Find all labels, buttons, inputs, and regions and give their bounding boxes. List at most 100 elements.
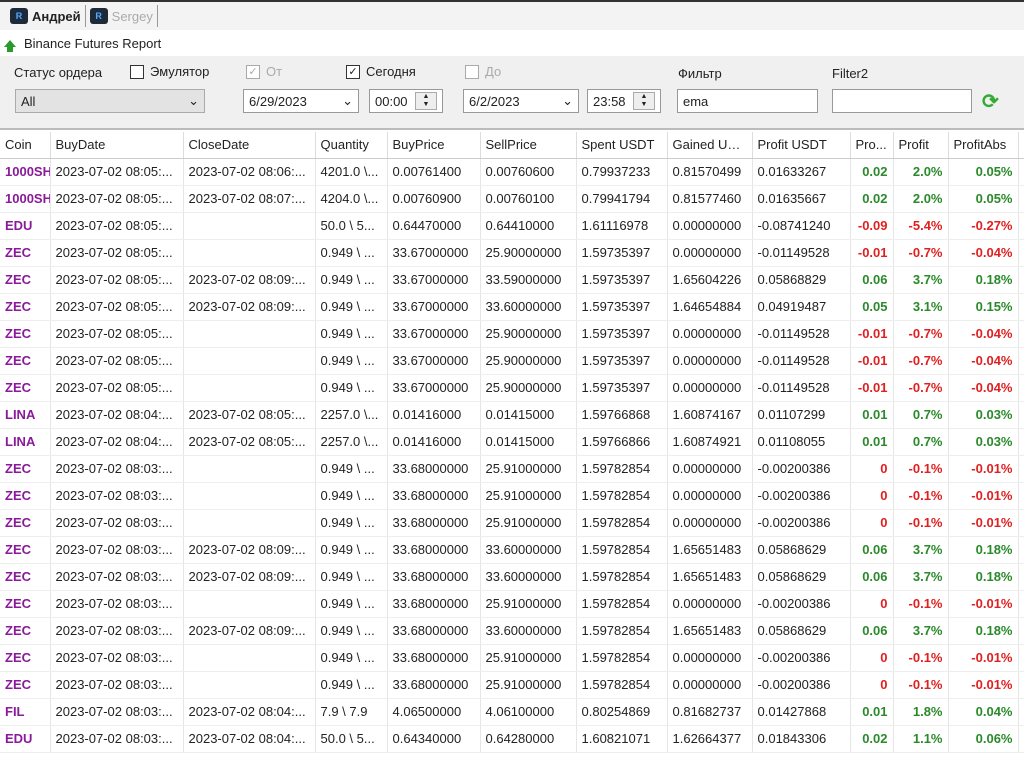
column-header[interactable]: Quantity [315, 132, 388, 159]
cell-profit-abs: -0.01% [948, 455, 1019, 483]
cell-profit-usdt: 0.01633267 [752, 158, 851, 186]
cell-coin: ZEC [0, 509, 51, 537]
cell-coin: ZEC [0, 482, 51, 510]
cell-pro: 0.05 [850, 293, 894, 321]
column-header[interactable]: Profit USDT [752, 132, 851, 159]
cell-spent-usdt: 1.59735397 [576, 374, 668, 402]
table-row[interactable]: ZEC 2023-07-02 08:05:... 0.949 \ ... 33.670… [0, 320, 1024, 348]
table-row[interactable]: EDU 2023-07-02 08:03:... 2023-07-02 08:04:… [0, 725, 1024, 753]
cell-profit-usdt: 0.05868829 [752, 266, 851, 294]
spinner-icon[interactable]: ▲ ▼ [415, 92, 437, 110]
cell-close-date: 2023-07-02 08:09:... [183, 266, 316, 294]
spinner-icon[interactable]: ▲ ▼ [633, 92, 655, 110]
tab-andrey[interactable]: R Андрей [6, 5, 86, 27]
table-row[interactable]: ZEC 2023-07-02 08:03:... 0.949 \ ... 33.680… [0, 590, 1024, 618]
table-row[interactable]: 1000SHIB2023-07-02 08:05:...2023-07-02 0… [0, 185, 1024, 213]
table-row[interactable]: ZEC 2023-07-02 08:03:... 0.949 \ ... 33.680… [0, 455, 1024, 483]
filter2-label: Filter2 [832, 66, 869, 81]
emulator-checkbox[interactable]: Эмулятор [130, 64, 209, 79]
cell-profit: -0.7% [893, 374, 949, 402]
table-row[interactable]: FIL 2023-07-02 08:03:... 2023-07-02 08:04:… [0, 698, 1024, 726]
cell-pro: 0 [850, 644, 894, 672]
cell-profit-abs: 0.15% [948, 293, 1019, 321]
cell-profit-usdt: 0.01108055 [752, 428, 851, 456]
cell-profit: -0.1% [893, 644, 949, 672]
column-header[interactable]: CloseDate [183, 132, 316, 159]
cell-gained-usdt: 0.00000000 [667, 239, 753, 267]
table-row[interactable]: EDU 2023-07-02 08:05:... 50.0 \ 5... 0.6447… [0, 212, 1024, 240]
cell-coin: ZEC [0, 671, 51, 699]
to-date-picker[interactable]: 6/2/2023 ⌄ [463, 89, 579, 113]
cell-gained-usdt: 1.64654884 [667, 293, 753, 321]
table-row[interactable]: ZEC 2023-07-02 08:05:... 2023-07-02 08:09:… [0, 266, 1024, 294]
table-row[interactable]: ZEC 2023-07-02 08:03:... 2023-07-02 08:09:… [0, 536, 1024, 564]
cell-sell-price: 25.91000000 [480, 455, 577, 483]
table-row[interactable]: 1000SHIB2023-07-02 08:05:...2023-07-02 0… [0, 158, 1024, 186]
from-time-input[interactable]: 00:00 ▲ ▼ [369, 89, 443, 113]
column-header[interactable]: BuyPrice [387, 132, 481, 159]
today-checkbox[interactable]: ✓ Сегодня [346, 64, 416, 79]
cell-gained-usdt: 1.60874921 [667, 428, 753, 456]
cell-coin: 1000SHIB [0, 185, 51, 213]
table-row[interactable]: ZEC 2023-07-02 08:05:... 0.949 \ ... 33.670… [0, 239, 1024, 267]
cell-profit: 3.7% [893, 617, 949, 645]
cell-spent-usdt: 1.59735397 [576, 239, 668, 267]
order-status-select[interactable]: All ⌄ [15, 89, 205, 113]
cell-buy-date: 2023-07-02 08:05:... [50, 374, 184, 402]
cell-gained-usdt: 0.00000000 [667, 671, 753, 699]
from-checkbox[interactable]: ✓ От [246, 64, 282, 79]
tab-sergey[interactable]: R Sergey [86, 5, 158, 27]
table-row[interactable]: ZEC 2023-07-02 08:03:... 0.949 \ ... 33.680… [0, 671, 1024, 699]
table-row[interactable]: ZEC 2023-07-02 08:05:... 2023-07-02 08:09:… [0, 293, 1024, 321]
filter2-input[interactable] [832, 89, 972, 113]
table-row[interactable]: ZEC 2023-07-02 08:03:... 2023-07-02 08:09:… [0, 563, 1024, 591]
cell-gained-usdt: 1.65651483 [667, 563, 753, 591]
column-header[interactable]: ProfitAbs [948, 132, 1019, 159]
cell-sell-price: 0.00760100 [480, 185, 577, 213]
cell-sell-price: 25.90000000 [480, 347, 577, 375]
cell-buy-date: 2023-07-02 08:05:... [50, 293, 184, 321]
refresh-icon[interactable]: ⟳ [982, 89, 999, 114]
cell-buy-price: 33.68000000 [387, 671, 481, 699]
cell-gained-usdt: 1.65651483 [667, 536, 753, 564]
cell-close-date [183, 671, 316, 699]
cell-buy-price: 33.67000000 [387, 347, 481, 375]
cell-profit-usdt: -0.00200386 [752, 671, 851, 699]
table-row[interactable]: ZEC 2023-07-02 08:03:... 2023-07-02 08:09:… [0, 617, 1024, 645]
table-row[interactable]: ZEC 2023-07-02 08:05:... 0.949 \ ... 33.670… [0, 374, 1024, 402]
filter-input[interactable]: ema [677, 89, 818, 113]
column-header[interactable]: Spent USDT [576, 132, 668, 159]
column-header[interactable]: BuyDate [50, 132, 184, 159]
cell-pro: -0.01 [850, 374, 894, 402]
cell-profit-usdt: -0.00200386 [752, 644, 851, 672]
cell-gained-usdt: 0.00000000 [667, 347, 753, 375]
cell-coin: EDU [0, 725, 51, 753]
order-status-label: Статус ордера [14, 65, 103, 80]
column-header[interactable]: SellPrice [480, 132, 577, 159]
cell-profit: -0.1% [893, 509, 949, 537]
cell-profit-usdt: -0.01149528 [752, 239, 851, 267]
column-header[interactable]: Coin [0, 132, 51, 159]
cell-profit: -0.1% [893, 482, 949, 510]
to-checkbox[interactable]: До [465, 64, 501, 79]
cell-quantity: 50.0 \ 5... [315, 725, 388, 753]
cell-pro: 0.06 [850, 266, 894, 294]
table-row[interactable]: LINA 2023-07-02 08:04:... 2023-07-02 08:05… [0, 428, 1024, 456]
column-header[interactable]: Pro... [850, 132, 894, 159]
chevron-down-icon: ⌄ [562, 93, 573, 108]
cell-sell-price: 4.06100000 [480, 698, 577, 726]
table-row[interactable]: ZEC 2023-07-02 08:03:... 0.949 \ ... 33.680… [0, 644, 1024, 672]
table-row[interactable]: LINA 2023-07-02 08:04:... 2023-07-02 08:05… [0, 401, 1024, 429]
column-header[interactable]: Gained US... [667, 132, 753, 159]
cell-buy-price: 33.67000000 [387, 239, 481, 267]
cell-sell-price: 25.91000000 [480, 644, 577, 672]
to-time-input[interactable]: 23:58 ▲ ▼ [587, 89, 661, 113]
table-row[interactable]: ZEC 2023-07-02 08:05:... 0.949 \ ... 33.670… [0, 347, 1024, 375]
cell-profit: 0.7% [893, 401, 949, 429]
table-row[interactable]: ZEC 2023-07-02 08:03:... 0.949 \ ... 33.680… [0, 509, 1024, 537]
from-date-picker[interactable]: 6/29/2023 ⌄ [243, 89, 359, 113]
account-tabs: R Андрей R Sergey [0, 0, 1024, 30]
up-arrow-icon [4, 39, 16, 52]
table-row[interactable]: ZEC 2023-07-02 08:03:... 0.949 \ ... 33.680… [0, 482, 1024, 510]
column-header[interactable]: Profit [893, 132, 949, 159]
